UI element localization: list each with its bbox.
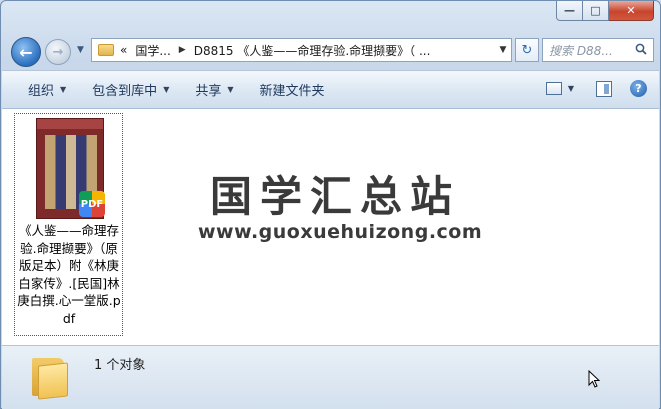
chevron-down-icon: ▼ (163, 85, 170, 94)
breadcrumb-item-current-folder[interactable]: D8815 《人鉴——命理存验.命理撷要》（ ... (194, 42, 495, 59)
file-item[interactable]: PDF 《人鉴——命理存验.命理撷要》（原版足本）附《林庚白家传》.[民国]林庚… (14, 113, 123, 336)
watermark-url: www.guoxuehuizong.com (198, 221, 483, 243)
chevron-down-icon: ▼ (60, 85, 67, 94)
breadcrumb-overflow[interactable]: « (120, 43, 127, 57)
preview-pane-icon[interactable] (596, 80, 612, 97)
organize-menu[interactable]: 组织 ▼ (28, 80, 66, 99)
share-menu[interactable]: 共享 ▼ (195, 80, 233, 99)
folder-icon (98, 44, 114, 56)
breadcrumb-item-guoxue[interactable]: 国学... (135, 42, 170, 59)
forward-button[interactable]: → (45, 39, 71, 65)
explorer-window: — □ ✕ ← → ▼ « 国学... ▶ D8815 《人鉴——命理存验.命理… (0, 0, 661, 409)
help-icon[interactable]: ? (630, 80, 647, 97)
minimize-button[interactable]: — (556, 1, 583, 21)
recent-pages-dropdown-icon[interactable]: ▼ (77, 45, 84, 55)
folder-icon (30, 354, 68, 400)
address-bar[interactable]: « 国学... ▶ D8815 《人鉴——命理存验.命理撷要》（ ... ▼ (91, 38, 512, 62)
back-button[interactable]: ← (11, 37, 41, 67)
watermark-title: 国学汇总站 (210, 172, 461, 221)
refresh-button[interactable]: ↻ (515, 38, 539, 62)
maximize-button[interactable]: □ (583, 1, 609, 21)
change-view-icon[interactable] (545, 82, 562, 95)
include-in-library-menu[interactable]: 包含到库中 ▼ (92, 80, 169, 99)
new-folder-label: 新建文件夹 (259, 84, 325, 99)
file-name-label[interactable]: 《人鉴——命理存验.命理撷要》（原版足本）附《林庚白家传》.[民国]林庚白撰.心… (17, 222, 121, 327)
cover-band (37, 119, 103, 129)
breadcrumb-separator-icon[interactable]: ▶ (179, 45, 186, 55)
pdf-icon: PDF (79, 191, 105, 217)
command-bar: 组织 ▼ 包含到库中 ▼ 共享 ▼ 新建文件夹 ▼ ? (2, 70, 659, 109)
item-count: 1 个对象 (94, 358, 146, 373)
details-pane: 1 个对象 (2, 345, 659, 409)
include-in-library-label: 包含到库中 (92, 84, 158, 99)
address-dropdown-icon[interactable]: ▼ (495, 45, 511, 55)
view-controls: ▼ ? (545, 80, 647, 97)
organize-label: 组织 (28, 84, 55, 99)
navigation-bar: ← → ▼ « 国学... ▶ D8815 《人鉴——命理存验.命理撷要》（ .… (7, 34, 657, 67)
chevron-down-icon[interactable]: ▼ (568, 84, 574, 93)
search-icon[interactable] (635, 43, 653, 58)
share-label: 共享 (195, 84, 222, 99)
chevron-down-icon: ▼ (227, 85, 234, 94)
new-folder-button[interactable]: 新建文件夹 (260, 80, 325, 99)
search-placeholder: 搜索 D88... (549, 43, 613, 58)
caption-buttons: — □ ✕ (556, 1, 654, 21)
search-input[interactable]: 搜索 D88... (542, 38, 654, 62)
file-list-pane[interactable]: PDF 《人鉴——命理存验.命理撷要》（原版足本）附《林庚白家传》.[民国]林庚… (2, 109, 659, 345)
close-button[interactable]: ✕ (609, 1, 654, 21)
mouse-cursor-icon (588, 370, 600, 388)
